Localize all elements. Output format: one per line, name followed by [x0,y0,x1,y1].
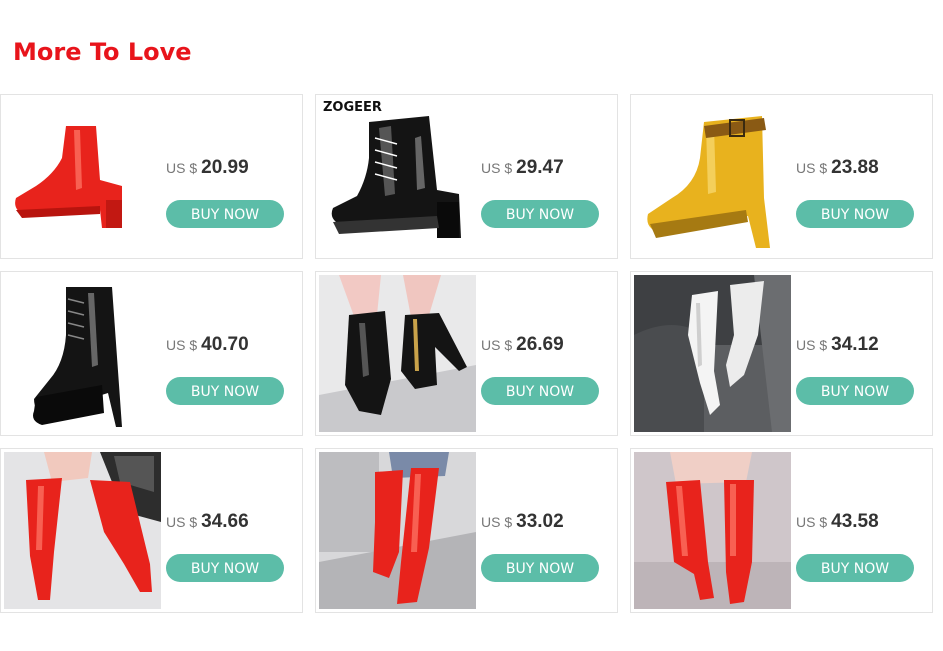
price-amount: 29.47 [516,157,564,178]
product-image[interactable]: ZOGEER [319,98,476,255]
price-currency: US $ [166,337,198,353]
price-amount: 33.02 [516,511,564,532]
price: US $40.70 [166,334,249,356]
product-card[interactable]: US $23.88 BUY NOW [630,94,933,259]
price: US $33.02 [481,511,564,533]
price-currency: US $ [796,337,828,353]
price-amount: 23.88 [831,157,879,178]
price-currency: US $ [481,337,513,353]
product-card[interactable]: ZOGEER US $29.47 BUY NOW [315,94,618,259]
price-amount: 20.99 [201,157,249,178]
price: US $23.88 [796,157,879,179]
buy-now-button[interactable]: BUY NOW [481,377,599,405]
product-card[interactable]: US $20.99 BUY NOW [0,94,303,259]
price: US $43.58 [796,511,879,533]
product-image[interactable] [4,275,161,432]
price-amount: 43.58 [831,511,879,532]
price: US $20.99 [166,157,249,179]
price-amount: 34.66 [201,511,249,532]
product-card[interactable]: US $26.69 BUY NOW [315,271,618,436]
buy-now-button[interactable]: BUY NOW [166,554,284,582]
price-currency: US $ [481,160,513,176]
buy-now-button[interactable]: BUY NOW [796,377,914,405]
price: US $29.47 [481,157,564,179]
brand-label: ZOGEER [323,100,382,115]
product-card[interactable]: US $34.66 BUY NOW [0,448,303,613]
product-card[interactable]: US $34.12 BUY NOW [630,271,933,436]
product-card[interactable]: US $43.58 BUY NOW [630,448,933,613]
price-currency: US $ [796,160,828,176]
product-image[interactable] [634,275,791,432]
buy-now-button[interactable]: BUY NOW [166,377,284,405]
product-image[interactable] [319,452,476,609]
price: US $34.66 [166,511,249,533]
buy-now-button[interactable]: BUY NOW [796,554,914,582]
product-image[interactable] [319,275,476,432]
product-image[interactable] [4,452,161,609]
buy-now-button[interactable]: BUY NOW [481,200,599,228]
product-card[interactable]: US $40.70 BUY NOW [0,271,303,436]
buy-now-button[interactable]: BUY NOW [166,200,284,228]
product-image[interactable] [634,98,791,255]
product-image[interactable] [634,452,791,609]
buy-now-button[interactable]: BUY NOW [796,200,914,228]
price-currency: US $ [481,514,513,530]
section-title: More To Love [13,38,192,66]
price: US $34.12 [796,334,879,356]
product-image[interactable] [4,98,161,255]
price-amount: 26.69 [516,334,564,355]
price-currency: US $ [166,514,198,530]
price-amount: 40.70 [201,334,249,355]
product-card[interactable]: US $33.02 BUY NOW [315,448,618,613]
price-currency: US $ [166,160,198,176]
price-currency: US $ [796,514,828,530]
buy-now-button[interactable]: BUY NOW [481,554,599,582]
price: US $26.69 [481,334,564,356]
price-amount: 34.12 [831,334,879,355]
